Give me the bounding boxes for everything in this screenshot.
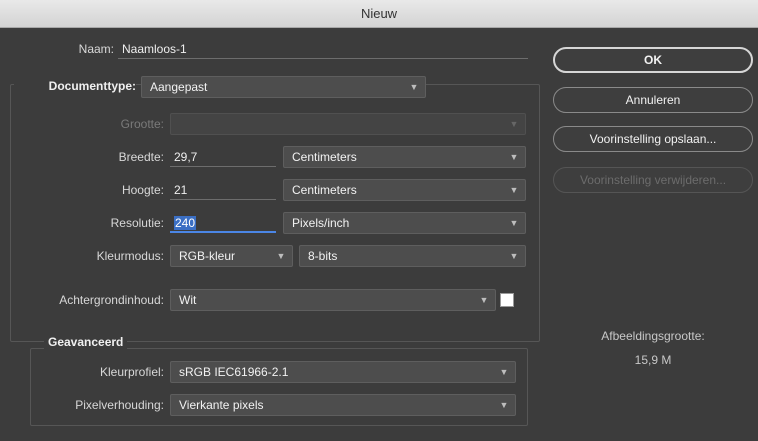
background-color-swatch[interactable]: [500, 293, 514, 307]
chevron-down-icon: ▼: [499, 400, 509, 410]
width-unit-select[interactable]: Centimeters ▼: [283, 146, 526, 168]
color-profile-select[interactable]: sRGB IEC61966-2.1 ▼: [170, 361, 516, 383]
height-input[interactable]: 21: [170, 180, 276, 200]
bit-depth-select[interactable]: 8-bits ▼: [299, 245, 526, 267]
cancel-button[interactable]: Annuleren: [553, 87, 753, 113]
image-size-value: 15,9 M: [634, 353, 672, 367]
image-size-label: Afbeeldingsgrootte:: [601, 329, 705, 343]
resolution-value: 240: [174, 216, 197, 230]
background-select[interactable]: Wit ▼: [170, 289, 496, 311]
doc-type-value: Aangepast: [150, 80, 208, 94]
background-value: Wit: [179, 293, 197, 307]
size-label: Grootte:: [120, 117, 164, 131]
color-profile-label: Kleurprofiel:: [99, 365, 164, 379]
width-label: Breedte:: [118, 150, 164, 164]
advanced-title: Geavanceerd: [44, 334, 128, 350]
doc-type-label: Documenttype:: [14, 76, 136, 96]
resolution-input[interactable]: 240: [170, 213, 276, 233]
name-input[interactable]: Naamloos-1: [118, 39, 528, 59]
new-document-dialog: Naam: Naamloos-1 Documenttype: Aangepast…: [0, 28, 758, 441]
chevron-down-icon: ▼: [509, 152, 519, 162]
chevron-down-icon: ▼: [499, 367, 509, 377]
color-mode-label: Kleurmodus:: [96, 249, 164, 263]
width-input[interactable]: 29,7: [170, 147, 276, 167]
chevron-down-icon: ▼: [276, 251, 286, 261]
chevron-down-icon: ▼: [509, 119, 519, 129]
chevron-down-icon: ▼: [479, 295, 489, 305]
window-title: Nieuw: [0, 0, 758, 28]
pixel-aspect-value: Vierkante pixels: [179, 398, 264, 412]
height-unit-select[interactable]: Centimeters ▼: [283, 179, 526, 201]
doc-type-select[interactable]: Aangepast ▼: [141, 76, 426, 98]
color-profile-value: sRGB IEC61966-2.1: [179, 365, 289, 379]
chevron-down-icon: ▼: [509, 185, 519, 195]
delete-preset-button: Voorinstelling verwijderen...: [553, 167, 753, 193]
name-label: Naam:: [78, 42, 114, 56]
pixel-aspect-label: Pixelverhouding:: [75, 398, 164, 412]
height-unit-value: Centimeters: [292, 183, 357, 197]
bit-depth-value: 8-bits: [308, 249, 338, 263]
pixel-aspect-select[interactable]: Vierkante pixels ▼: [170, 394, 516, 416]
color-mode-value: RGB-kleur: [179, 249, 236, 263]
resolution-unit-select[interactable]: Pixels/inch ▼: [283, 212, 526, 234]
chevron-down-icon: ▼: [509, 251, 519, 261]
ok-button[interactable]: OK: [553, 47, 753, 73]
width-unit-value: Centimeters: [292, 150, 357, 164]
resolution-label: Resolutie:: [110, 216, 164, 230]
height-label: Hoogte:: [121, 183, 164, 197]
resolution-unit-value: Pixels/inch: [292, 216, 350, 230]
background-label: Achtergrondinhoud:: [59, 293, 164, 307]
chevron-down-icon: ▼: [409, 82, 419, 92]
save-preset-button[interactable]: Voorinstelling opslaan...: [553, 126, 753, 152]
chevron-down-icon: ▼: [509, 218, 519, 228]
size-select: ▼: [170, 113, 526, 135]
color-mode-select[interactable]: RGB-kleur ▼: [170, 245, 293, 267]
